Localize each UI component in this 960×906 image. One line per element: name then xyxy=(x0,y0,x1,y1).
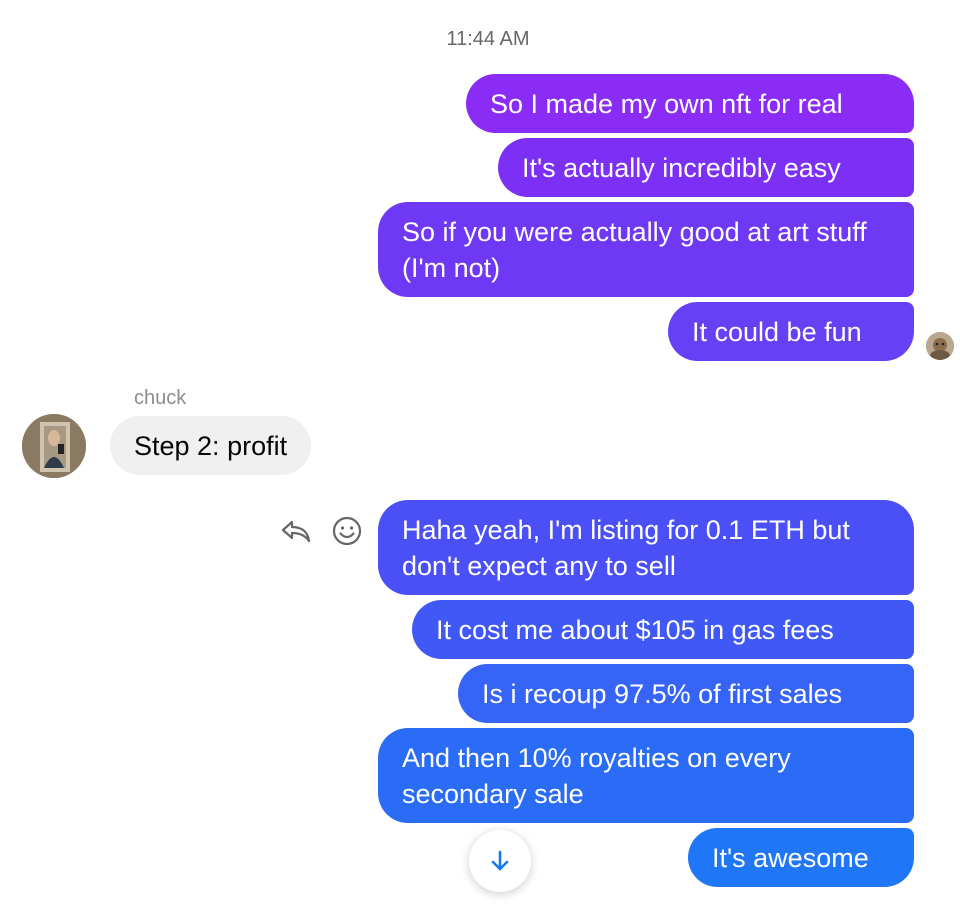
sent-message-bubble[interactable]: So I made my own nft for real xyxy=(466,74,914,133)
sender-name: chuck xyxy=(134,387,187,409)
sender-avatar[interactable] xyxy=(22,414,86,478)
sent-message-bubble[interactable]: Is i recoup 97.5% of first sales xyxy=(458,664,914,723)
sent-message-bubble[interactable]: It's actually incredibly easy xyxy=(498,138,914,197)
scroll-to-bottom-button[interactable] xyxy=(469,830,531,892)
timestamp: 11:44 AM xyxy=(446,28,530,50)
arrow-down-icon xyxy=(491,850,509,871)
sent-message-bubble[interactable]: And then 10% royalties on every secondar… xyxy=(378,728,914,823)
read-receipt-avatar xyxy=(926,332,954,360)
sent-message-bubble[interactable]: It could be fun xyxy=(668,302,914,361)
emoji-icon[interactable] xyxy=(330,514,364,548)
received-message-bubble[interactable]: Step 2: profit xyxy=(110,416,312,475)
sent-message-bubble[interactable]: It's awesome xyxy=(688,828,914,887)
reply-icon[interactable] xyxy=(279,514,313,548)
sent-message-bubble[interactable]: Haha yeah, I'm listing for 0.1 ETH but d… xyxy=(378,500,914,595)
sent-message-bubble[interactable]: So if you were actually good at art stuf… xyxy=(378,202,914,297)
sent-message-bubble[interactable]: It cost me about $105 in gas fees xyxy=(412,600,914,659)
